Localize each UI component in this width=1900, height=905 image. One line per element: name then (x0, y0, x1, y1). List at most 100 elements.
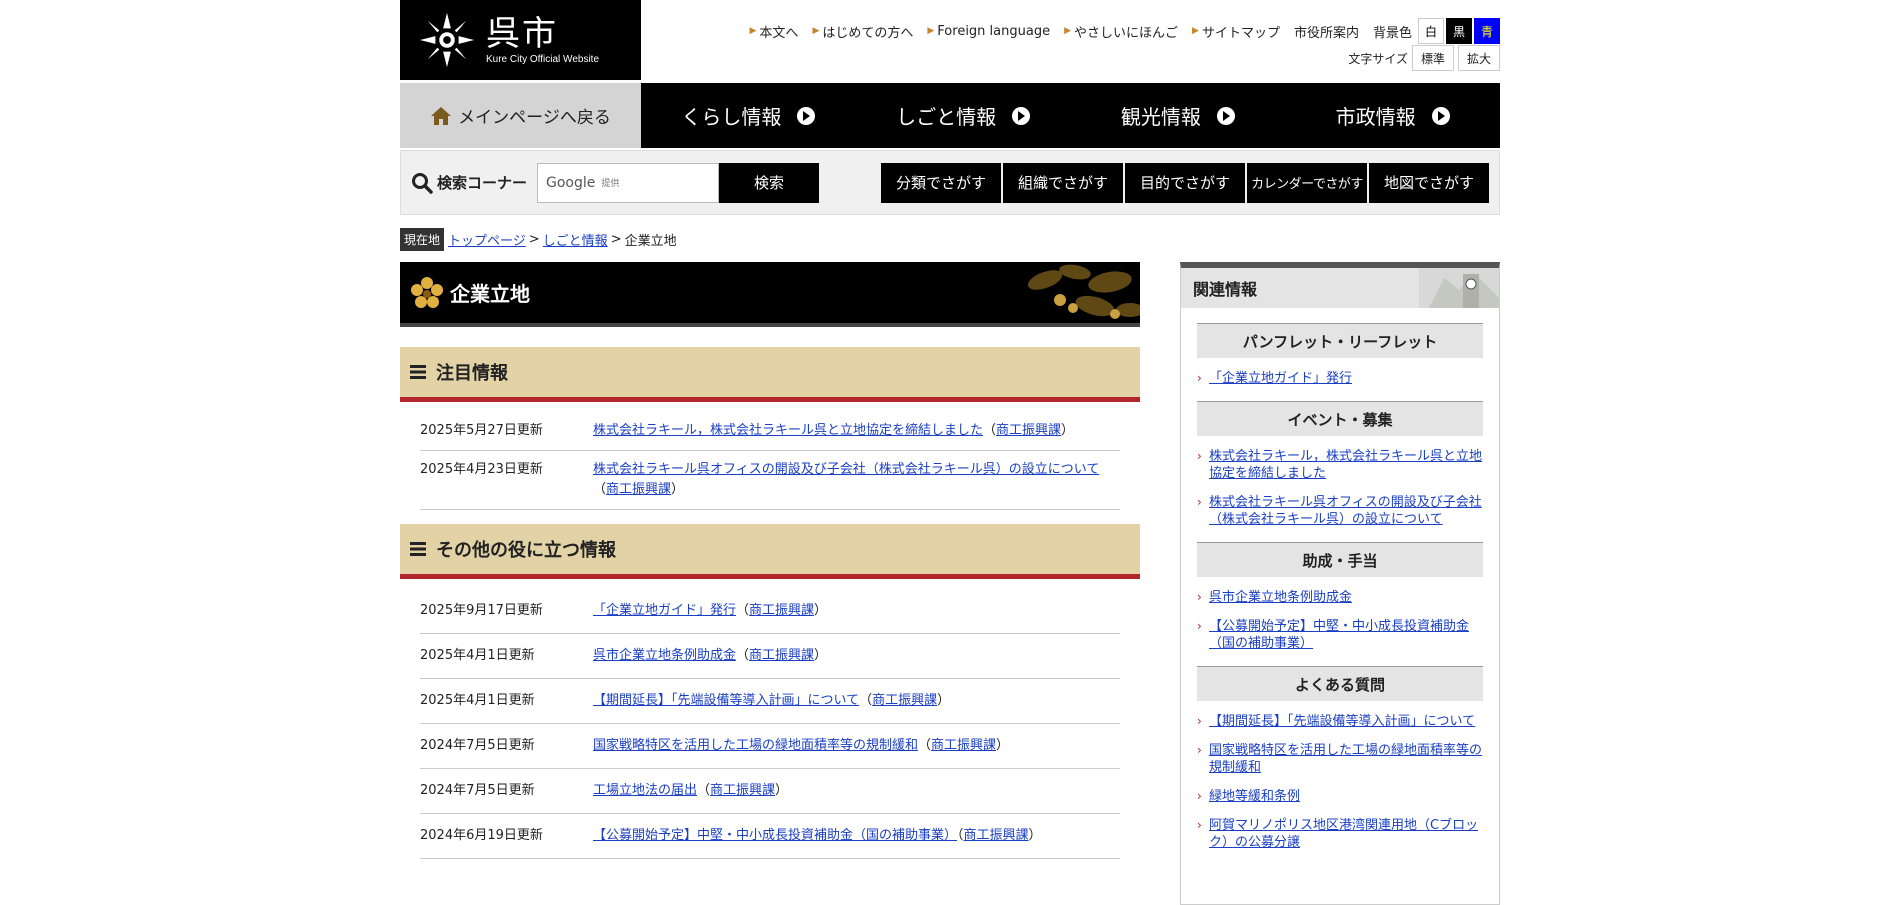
sidebar-link[interactable]: 「企業立地ガイド」発行 (1209, 370, 1352, 387)
breadcrumb: 現在地 トップページ > しごと情報 > 企業立地 (400, 228, 677, 251)
dept-link[interactable]: 商工振興課 (710, 783, 775, 798)
dept-link[interactable]: 商工振興課 (931, 738, 996, 753)
news-link[interactable]: 国家戦略特区を活用した工場の緑地面積率等の規制緩和 (593, 738, 918, 753)
sidebar-category-heading: パンフレット・リーフレット (1197, 323, 1483, 358)
sidebar-list: › 株式会社ラキール，株式会社ラキール呉と立地協定を締結しました › 株式会社ラキー… (1197, 448, 1483, 528)
dept-link[interactable]: 商工振興課 (749, 648, 814, 663)
find-by-calendar-button[interactable]: カレンダーでさがす (1247, 162, 1367, 203)
nav-item-work[interactable]: しごと情報 (856, 83, 1071, 148)
page-title-banner: 企業立地 (400, 262, 1140, 327)
news-link[interactable]: 工場立地法の届出 (593, 783, 697, 798)
sidebar-link[interactable]: 緑地等緩和条例 (1209, 788, 1300, 805)
util-link-foreign-language[interactable]: ▶ Foreign language (927, 24, 1050, 39)
triangle-icon: ▶ (749, 26, 757, 36)
featured-news-list: 2025年5月27日更新 株式会社ラキール，株式会社ラキール呉と立地協定を締結し… (420, 412, 1120, 510)
nav-item-tourism[interactable]: 観光情報 (1071, 83, 1286, 148)
triangle-icon: ▶ (1192, 26, 1199, 36)
news-link[interactable]: 「企業立地ガイド」発行 (593, 603, 736, 618)
page: 呉市 Kure City Official Website ▶ 本文へ ▶ はじめて… (400, 0, 1500, 905)
city-emblem-icon (419, 12, 475, 68)
bg-black-button[interactable]: 黒 (1446, 18, 1472, 44)
paren-open: （ (736, 648, 750, 663)
chevron-right-icon: › (1197, 818, 1202, 832)
chevron-right-icon: › (1197, 495, 1202, 509)
nav-item-label: しごと情報 (896, 105, 997, 129)
sidebar-list-item: › 緑地等緩和条例 (1197, 788, 1483, 805)
sidebar-link[interactable]: 【公募開始予定】中堅・中小成長投資補助金（国の補助事業） (1209, 618, 1483, 652)
chevron-right-icon: › (1197, 371, 1202, 385)
paren-close: ） (1061, 423, 1075, 438)
news-date: 2025年5月27日更新 (420, 423, 543, 438)
home-icon (431, 106, 452, 125)
sidebar-link[interactable]: 【期間延長】「先端設備等導入計画」について (1209, 713, 1475, 730)
font-normal-button[interactable]: 標準 (1411, 45, 1454, 71)
sidebar-list-item: › 「企業立地ガイド」発行 (1197, 370, 1483, 387)
sidebar-link[interactable]: 国家戦略特区を活用した工場の緑地面積率等の規制緩和 (1209, 742, 1483, 776)
news-link[interactable]: 【公募開始予定】中堅・中小成長投資補助金（国の補助事業） (593, 828, 957, 843)
dept-link[interactable]: 商工振興課 (964, 828, 1029, 843)
find-by-category-button[interactable]: 分類でさがす (881, 162, 1001, 203)
news-row: 2025年4月23日更新 株式会社ラキール呉オフィスの開設及び子会社（株式会社ラ… (420, 451, 1120, 510)
util-link-label: サイトマップ (1201, 25, 1280, 41)
sidebar-link[interactable]: 呉市企業立地条例助成金 (1209, 589, 1352, 606)
paren-close: ） (814, 648, 828, 663)
news-link[interactable]: 株式会社ラキール呉オフィスの開設及び子会社（株式会社ラキール呉）の設立について (593, 462, 1099, 477)
dept-link[interactable]: 商工振興課 (872, 693, 937, 708)
news-link[interactable]: 【期間延長】「先端設備等導入計画」について (593, 693, 859, 708)
util-link-city-office[interactable]: 市役所案内 (1294, 22, 1359, 41)
news-row: 2025年9月17日更新 「企業立地ガイド」発行（商工振興課） (420, 589, 1120, 634)
util-link-label: はじめての方へ (822, 25, 914, 41)
paren-open: （ (918, 738, 932, 753)
util-link-label: やさしいにほんご (1074, 25, 1179, 41)
breadcrumb-tag: 現在地 (400, 228, 445, 251)
chevron-right-icon: › (1197, 590, 1202, 604)
search-input[interactable]: Google 提供 (537, 162, 720, 203)
nav-home-button[interactable]: メインページへ戻る (400, 83, 641, 148)
floral-decoration-icon (1027, 264, 1140, 319)
find-buttons: 分類でさがす 組織でさがす 目的でさがす カレンダーでさがす 地図でさがす (879, 162, 1489, 203)
news-date: 2024年6月19日更新 (420, 828, 543, 843)
sidebar-list-item: › 【公募開始予定】中堅・中小成長投資補助金（国の補助事業） (1197, 618, 1483, 652)
util-link-main-content[interactable]: ▶ 本文へ (750, 22, 799, 41)
sidebar-link[interactable]: 阿賀マリノポリス地区港湾関連用地（Cブロック）の公募分譲 (1209, 817, 1483, 851)
paren-open: （ (593, 482, 607, 497)
sidebar-category-heading: 助成・手当 (1197, 542, 1483, 577)
util-link-sitemap[interactable]: ▶ サイトマップ (1192, 22, 1280, 41)
news-link[interactable]: 呉市企業立地条例助成金 (593, 648, 736, 663)
nav-item-living[interactable]: くらし情報 (641, 83, 856, 148)
util-link-easy-japanese[interactable]: ▶ やさしいにほんご (1064, 22, 1178, 41)
dept-link[interactable]: 商工振興課 (749, 603, 814, 618)
news-link[interactable]: 株式会社ラキール，株式会社ラキール呉と立地協定を締結しました (593, 423, 983, 438)
bg-blue-button[interactable]: 青 (1474, 18, 1500, 44)
page-title: 企業立地 (450, 282, 530, 306)
nav-home-label: メインページへ戻る (458, 108, 611, 128)
background-color-label: 背景色 (1372, 25, 1412, 41)
sidebar-link[interactable]: 株式会社ラキール呉オフィスの開設及び子会社（株式会社ラキール呉）の設立について (1209, 494, 1483, 528)
sidebar-list: › 「企業立地ガイド」発行 (1197, 370, 1483, 387)
sidebar-category-heading: イベント・募集 (1197, 401, 1483, 436)
section-other-heading: その他の役に立つ情報 (400, 524, 1140, 579)
news-row: 2024年6月19日更新 【公募開始予定】中堅・中小成長投資補助金（国の補助事業… (420, 814, 1120, 859)
breadcrumb-top-link[interactable]: トップページ (448, 230, 526, 249)
find-by-organization-button[interactable]: 組織でさがす (1003, 162, 1123, 203)
dept-link[interactable]: 商工振興課 (606, 482, 671, 497)
breadcrumb-work-link[interactable]: しごと情報 (543, 230, 608, 249)
list-icon (410, 542, 426, 556)
site-logo[interactable]: 呉市 Kure City Official Website (400, 0, 641, 80)
sidebar-category-heading: よくある質問 (1197, 666, 1483, 701)
section-title: 注目情報 (436, 363, 508, 384)
search-placeholder: Google (546, 174, 596, 191)
paren-close: ） (671, 482, 685, 497)
find-by-purpose-button[interactable]: 目的でさがす (1125, 162, 1245, 203)
find-by-map-button[interactable]: 地図でさがす (1369, 162, 1489, 203)
bg-white-button[interactable]: 白 (1418, 18, 1444, 44)
sidebar-title: 関連情報 (1193, 280, 1258, 299)
breadcrumb-current: 企業立地 (624, 234, 677, 249)
dept-link[interactable]: 商工振興課 (996, 423, 1061, 438)
sidebar-link[interactable]: 株式会社ラキール，株式会社ラキール呉と立地協定を締結しました (1209, 448, 1483, 482)
news-date: 2025年9月17日更新 (420, 603, 543, 618)
search-button[interactable]: 検索 (719, 162, 820, 203)
util-link-first-time[interactable]: ▶ はじめての方へ (812, 22, 913, 41)
font-large-button[interactable]: 拡大 (1457, 45, 1500, 71)
nav-item-city-admin[interactable]: 市政情報 (1285, 83, 1500, 148)
